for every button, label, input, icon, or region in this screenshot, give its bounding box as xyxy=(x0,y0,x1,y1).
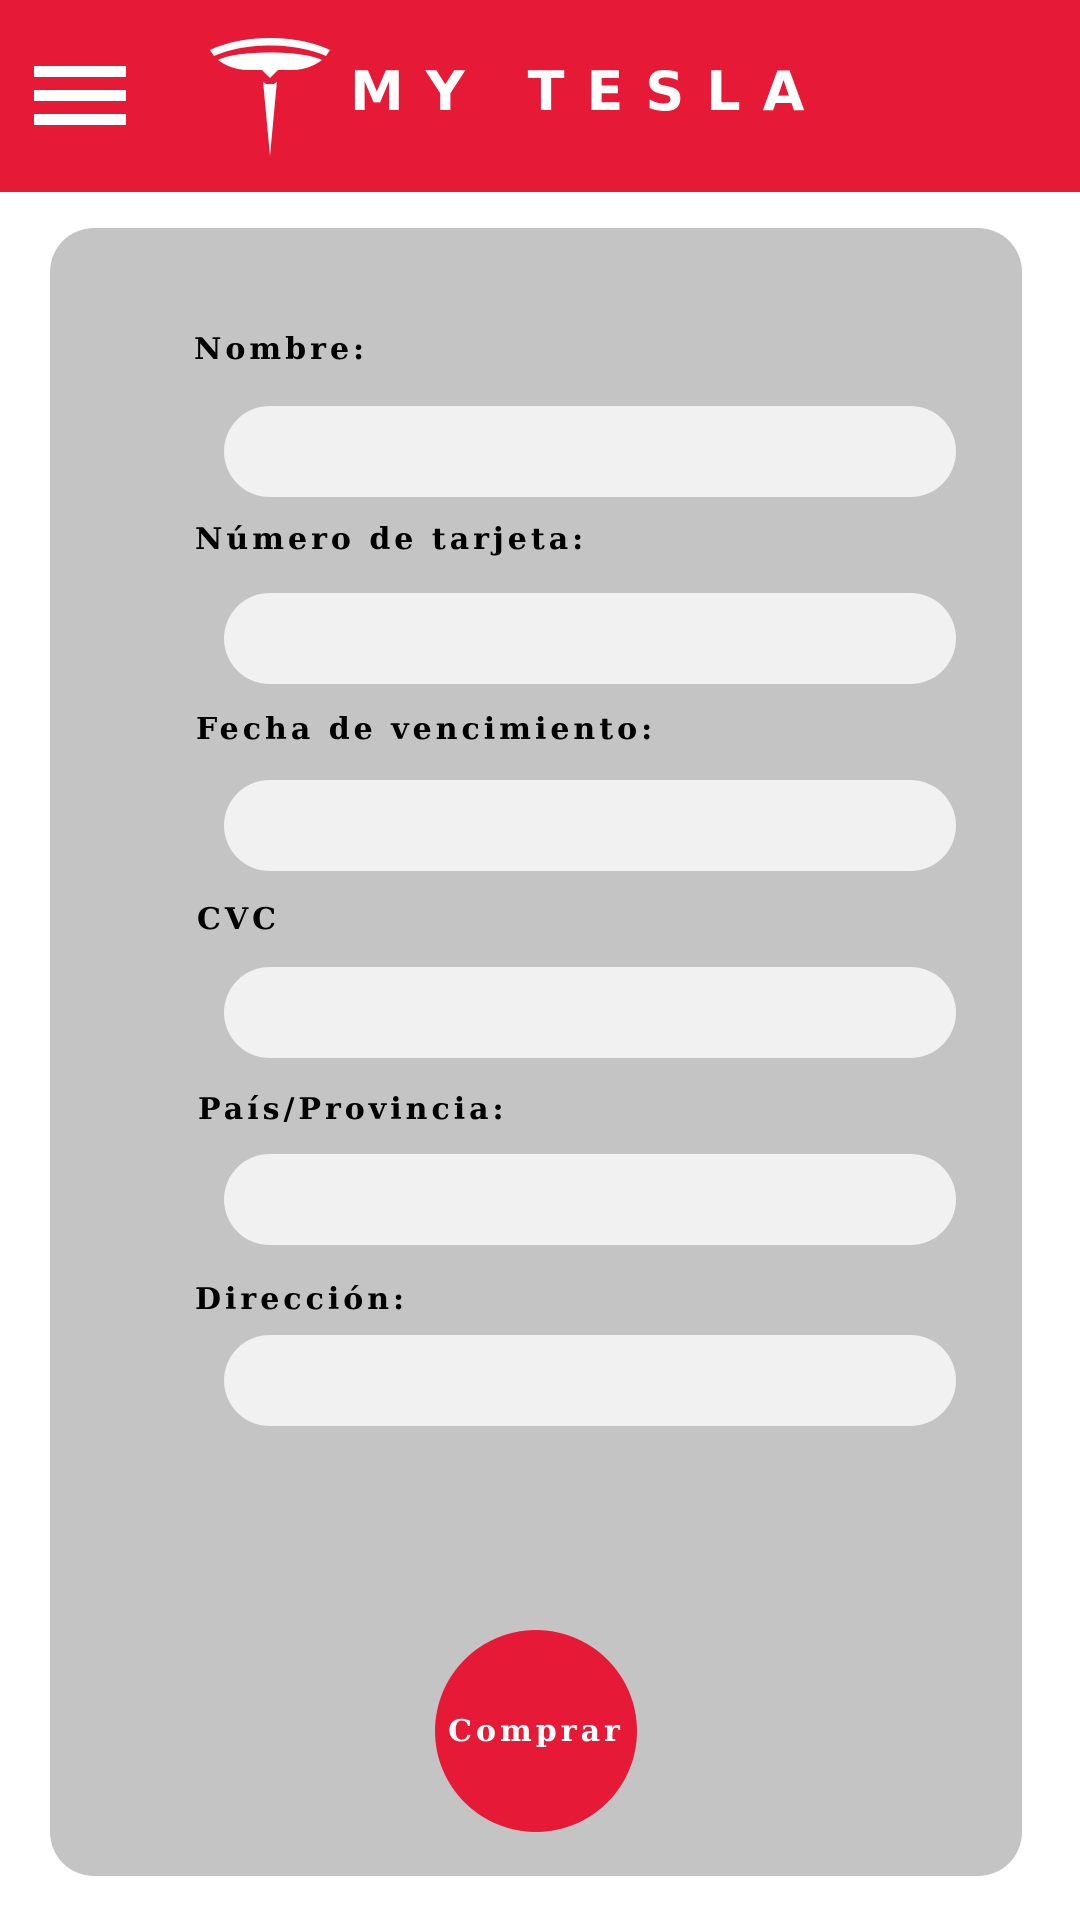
menu-bar xyxy=(34,66,126,77)
cvc-label: CVC xyxy=(197,902,281,937)
app-header: MY TESLA xyxy=(0,0,1080,192)
address-input[interactable] xyxy=(224,1335,956,1426)
card-number-input[interactable] xyxy=(224,593,956,684)
menu-bar xyxy=(34,114,126,125)
payment-form: Nombre: Número de tarjeta: Fecha de venc… xyxy=(50,228,1022,1876)
name-input[interactable] xyxy=(224,406,956,497)
tesla-t-icon xyxy=(210,38,330,156)
cvc-input[interactable] xyxy=(224,967,956,1058)
country-province-input[interactable] xyxy=(224,1154,956,1245)
menu-bar xyxy=(34,90,126,101)
card-number-label: Número de tarjeta: xyxy=(195,522,588,557)
name-label: Nombre: xyxy=(194,332,369,367)
hamburger-menu-icon[interactable] xyxy=(34,66,126,126)
brand-wordmark: MY TESLA xyxy=(350,60,827,123)
expiry-date-label: Fecha de vencimiento: xyxy=(196,712,657,747)
expiry-date-input[interactable] xyxy=(224,780,956,871)
country-province-label: País/Provincia: xyxy=(198,1092,508,1127)
buy-button[interactable]: Comprar xyxy=(435,1630,637,1832)
address-label: Dirección: xyxy=(195,1282,409,1317)
